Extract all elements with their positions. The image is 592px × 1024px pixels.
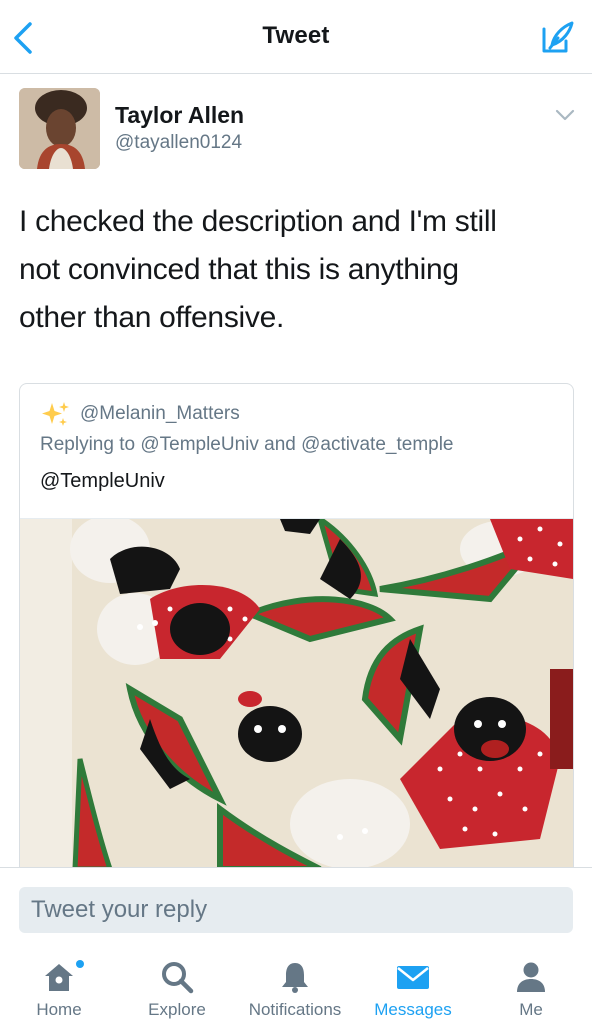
envelope-icon xyxy=(397,966,429,989)
reply-bar xyxy=(0,867,592,946)
author-name[interactable]: Taylor Allen xyxy=(115,102,244,129)
page-title: Tweet xyxy=(262,22,330,49)
tweet-text: I checked the description and I'm still … xyxy=(19,198,569,342)
avatar[interactable] xyxy=(19,88,100,169)
tweet-text-line: other than offensive. xyxy=(19,301,285,334)
replying-to-text: Replying to @TempleUniv and @activate_te… xyxy=(40,434,454,455)
quoted-author-handle[interactable]: @Melanin_Matters xyxy=(80,403,240,425)
search-icon xyxy=(162,962,194,994)
tab-me-label: Me xyxy=(519,1000,543,1019)
tab-notifications[interactable]: Notifications xyxy=(236,945,354,1024)
person-icon xyxy=(517,962,545,992)
tab-me[interactable]: Me xyxy=(472,945,590,1024)
bell-icon xyxy=(282,963,308,993)
quoted-tweet-card[interactable]: @Melanin_Matters Replying to @TempleUniv… xyxy=(19,383,574,868)
sparkles-icon xyxy=(42,402,69,426)
compose-button[interactable] xyxy=(538,19,576,57)
reply-input[interactable] xyxy=(19,887,573,933)
tab-explore[interactable]: Explore xyxy=(118,945,236,1024)
tweet-text-line: I checked the description and I'm still xyxy=(19,205,497,238)
artwork-photo xyxy=(20,519,573,868)
navigation-bar: Tweet xyxy=(0,0,592,74)
tweet-menu-button[interactable] xyxy=(555,108,575,122)
new-content-dot xyxy=(76,960,84,968)
quoted-tweet-image[interactable] xyxy=(20,518,573,868)
chevron-down-icon xyxy=(555,109,575,121)
tab-home[interactable]: Home xyxy=(0,945,118,1024)
tab-bar: Home Explore Notifications Messages Me xyxy=(0,945,592,1024)
quoted-tweet-text: @TempleUniv xyxy=(40,470,165,492)
tweet-text-line: not convinced that this is anything xyxy=(19,253,459,286)
compose-tweet-icon xyxy=(542,21,574,53)
tab-messages[interactable]: Messages xyxy=(354,945,472,1024)
author-handle[interactable]: @tayallen0124 xyxy=(115,132,242,154)
avatar-photo xyxy=(19,88,100,169)
home-icon xyxy=(45,964,73,991)
tweet-author: Taylor Allen @tayallen0124 xyxy=(19,88,575,170)
